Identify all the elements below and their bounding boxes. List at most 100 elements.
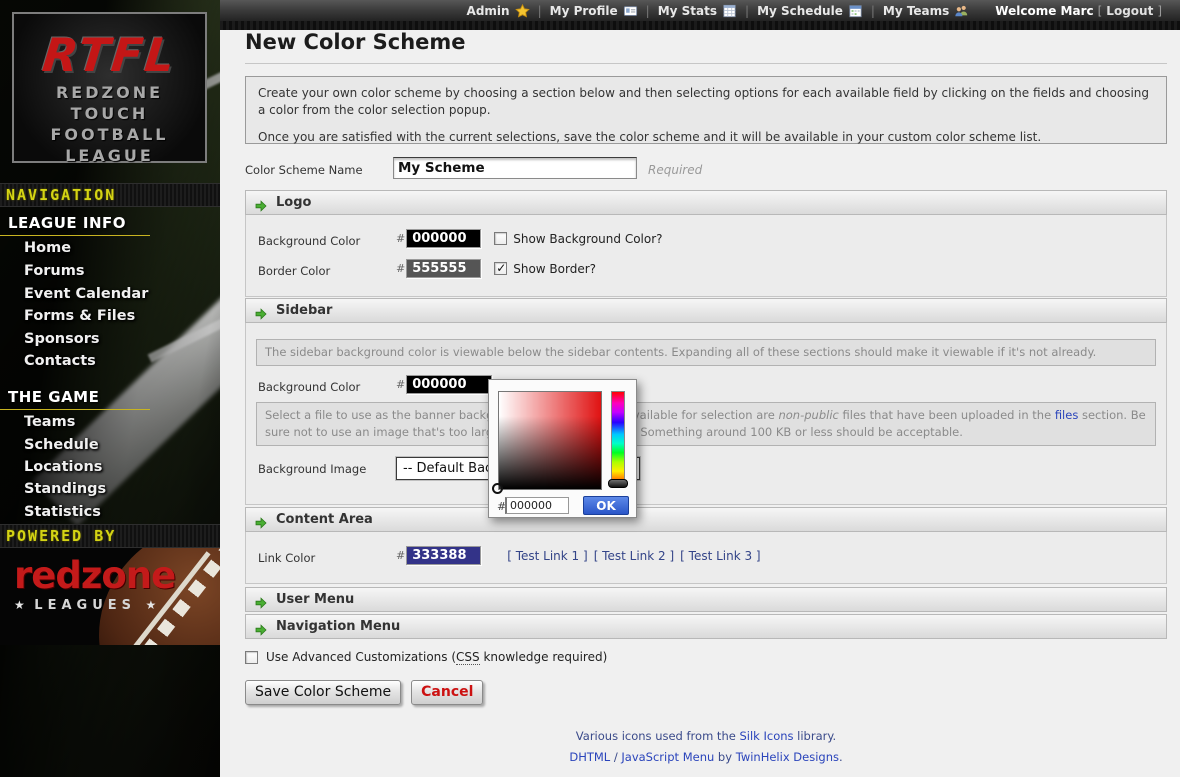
section-panel-logo: Background Color # 000000 Show Backgroun… (245, 215, 1167, 297)
logout-bracket: ] (1157, 4, 1162, 18)
section-panel-content-area: Link Color # 333388 [ Test Link 1 ] [ Te… (245, 532, 1167, 584)
show-background-color-checkbox[interactable] (494, 232, 507, 245)
field-label: Background Image (258, 462, 366, 476)
test-link-3[interactable]: [ Test Link 3 ] (680, 549, 760, 563)
menu-admin-label: Admin (467, 4, 510, 18)
footer-text: library. (794, 729, 837, 743)
league-logo-line: TOUCH (14, 103, 205, 124)
logout-link[interactable]: Logout (1106, 4, 1153, 18)
saturation-value-square[interactable] (498, 391, 602, 490)
menu-separator: | (646, 4, 650, 18)
top-menu-bar: Admin | My Profile | My Stats | My Sched… (220, 0, 1180, 21)
menu-my-teams-label: My Teams (883, 4, 949, 18)
menu-my-schedule-label: My Schedule (757, 4, 843, 18)
hue-slider[interactable] (611, 391, 625, 485)
javascript-menu-link[interactable]: JavaScript Menu (621, 750, 714, 764)
sidebar-item-standings[interactable]: Standings (24, 481, 106, 497)
required-hint: Required (648, 163, 702, 177)
star-icon (515, 4, 530, 18)
sidebar-item-event-calendar[interactable]: Event Calendar (24, 286, 148, 302)
league-logo-line: REDZONE (14, 82, 205, 103)
files-link[interactable]: files (1055, 408, 1079, 422)
dhtml-link[interactable]: DHTML (569, 750, 610, 764)
non-public-emphasis: non-public (778, 408, 838, 422)
stats-icon (722, 4, 737, 18)
sidebar-item-schedule[interactable]: Schedule (24, 437, 99, 453)
menu-my-profile-label: My Profile (550, 4, 618, 18)
welcome-text: Welcome Marc (995, 4, 1093, 18)
sidebar-item-forms-files[interactable]: Forms & Files (24, 308, 135, 324)
intro-paragraph-1: Create your own color scheme by choosing… (258, 85, 1154, 120)
footer-text: . (839, 750, 843, 764)
calendar-icon (848, 4, 863, 18)
menu-my-stats[interactable]: My Stats (658, 4, 737, 18)
sidebar-background-color-swatch[interactable]: 000000 (406, 375, 492, 394)
section-title: Navigation Menu (276, 619, 400, 634)
menu-separator: | (745, 4, 749, 18)
menu-my-schedule[interactable]: My Schedule (757, 4, 863, 18)
menu-separator: | (871, 4, 875, 18)
section-title: Sidebar (276, 303, 332, 318)
menu-my-teams[interactable]: My Teams (883, 4, 969, 18)
test-link-2[interactable]: [ Test Link 2 ] (594, 549, 674, 563)
hash-prefix: # (396, 262, 405, 275)
logout-bracket: [ (1098, 4, 1103, 18)
section-header-sidebar[interactable]: Sidebar (245, 298, 1167, 323)
color-selector-circle[interactable] (492, 483, 503, 494)
footer-text: Various icons used from the (576, 729, 740, 743)
powered-by-banner: POWERED BY (0, 524, 220, 548)
footer-text: / (610, 750, 621, 764)
banner-image-note: Select a file to use as the banner backg… (256, 402, 1156, 446)
test-link-1[interactable]: [ Test Link 1 ] (507, 549, 587, 563)
show-border-checkbox[interactable] (494, 262, 507, 275)
star-glyph: ★ (146, 598, 157, 612)
advanced-customizations-label: Use Advanced Customizations (CSS knowled… (266, 650, 607, 664)
expand-arrow-icon (255, 594, 267, 606)
twinhelix-designs-link[interactable]: TwinHelix Designs (736, 750, 839, 764)
sidebar-item-forums[interactable]: Forums (24, 263, 85, 279)
save-color-scheme-button[interactable]: Save Color Scheme (245, 680, 401, 705)
menu-my-stats-label: My Stats (658, 4, 717, 18)
group-icon (954, 4, 969, 18)
sidebar-item-statistics[interactable]: Statistics (24, 504, 101, 520)
sidebar-item-teams[interactable]: Teams (24, 414, 75, 430)
ok-button[interactable]: OK (583, 496, 629, 515)
redzone-leagues-logo: redzone ★ LEAGUES ★ (0, 548, 220, 645)
hash-prefix: # (396, 378, 405, 391)
sidebar-item-locations[interactable]: Locations (24, 459, 102, 475)
footer-credits-menu: DHTML / JavaScript Menu by TwinHelix Des… (245, 750, 1167, 764)
sidebar-item-sponsors[interactable]: Sponsors (24, 331, 99, 347)
section-title: User Menu (276, 592, 354, 607)
cancel-button[interactable]: Cancel (411, 680, 483, 705)
logo-border-color-swatch[interactable]: 555555 (406, 259, 481, 278)
section-header-content-area[interactable]: Content Area (245, 507, 1167, 532)
sidebar-item-home[interactable]: Home (24, 240, 71, 256)
sidebar-item-contacts[interactable]: Contacts (24, 353, 96, 369)
scheme-name-input[interactable] (393, 157, 637, 179)
advanced-customizations-checkbox[interactable] (245, 651, 258, 664)
menu-admin[interactable]: Admin (467, 4, 530, 18)
sidebar-note: The sidebar background color is viewable… (256, 339, 1156, 366)
checkbox-label: Show Border? (513, 262, 596, 276)
hash-prefix: # (396, 232, 405, 245)
section-header-user-menu[interactable]: User Menu (245, 587, 1167, 612)
section-header-logo[interactable]: Logo (245, 190, 1167, 215)
expand-arrow-icon (255, 305, 267, 317)
expand-arrow-icon (255, 621, 267, 633)
hex-value-input[interactable] (505, 497, 569, 514)
link-color-swatch[interactable]: 333388 (406, 546, 481, 565)
redzone-wordmark: redzone (14, 554, 175, 597)
scheme-name-label: Color Scheme Name (245, 163, 363, 177)
logo-background-color-swatch[interactable]: 000000 (406, 229, 481, 248)
footer-credits-icons: Various icons used from the Silk Icons l… (245, 729, 1167, 743)
section-title: Content Area (276, 512, 373, 527)
hue-slider-handle[interactable] (608, 479, 628, 488)
section-header-navigation-menu[interactable]: Navigation Menu (245, 614, 1167, 639)
sidebar: RTFL REDZONE TOUCH FOOTBALL LEAGUE NAVIG… (0, 0, 220, 777)
menu-my-profile[interactable]: My Profile (550, 4, 638, 18)
silk-icons-link[interactable]: Silk Icons (739, 729, 793, 743)
league-logo-line: LEAGUE (14, 145, 205, 166)
note-text: files that have been uploaded in the (839, 408, 1055, 422)
css-abbr: CSS (456, 650, 480, 665)
leagues-text: LEAGUES (34, 598, 136, 613)
